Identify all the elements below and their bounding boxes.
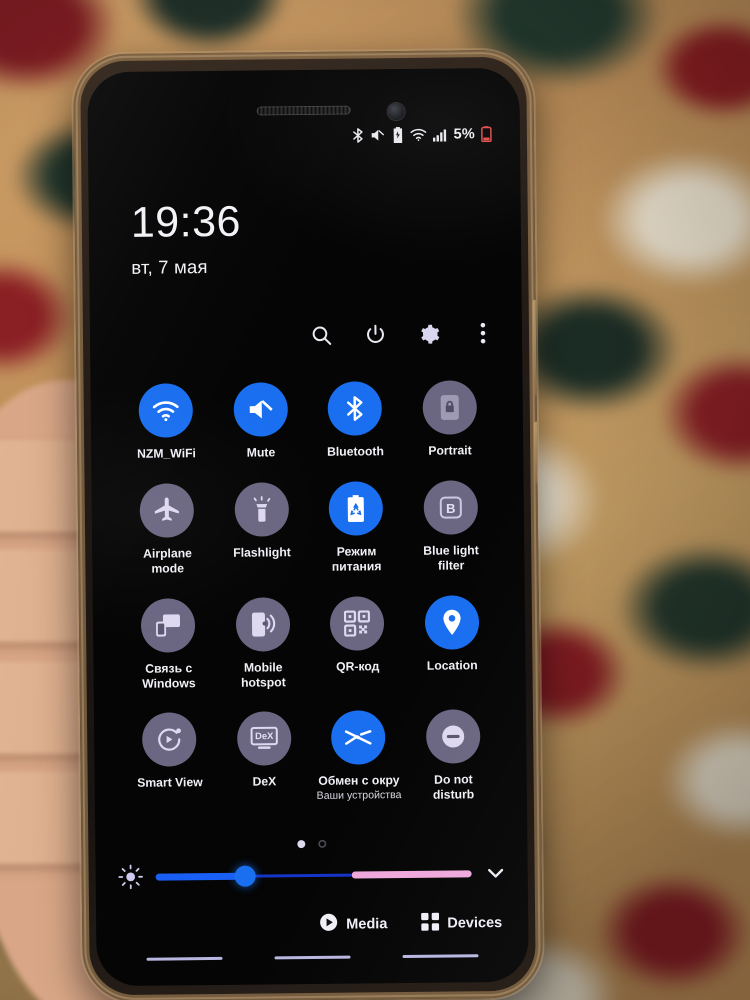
play-circle-icon — [319, 913, 338, 936]
page-dot-active[interactable] — [296, 840, 305, 849]
media-button[interactable]: Media — [319, 912, 387, 936]
signal-icon — [432, 128, 447, 142]
page-dot[interactable] — [318, 840, 326, 848]
toggle-link-to-windows[interactable]: Связь с Windows — [121, 597, 216, 692]
wifi-icon — [409, 128, 426, 142]
mute-icon — [233, 382, 288, 437]
toggle-label: Mobile hotspot — [240, 659, 286, 690]
toggle-label: Portrait — [428, 443, 472, 458]
toggle-nearby-share[interactable]: Обмен с окру Ваши устройства — [311, 710, 406, 804]
settings-gear-icon[interactable] — [416, 321, 442, 347]
battery-saver-icon — [391, 127, 403, 144]
toggle-airplane-mode[interactable]: Airplane mode — [120, 483, 215, 577]
svg-text:DeX: DeX — [255, 730, 274, 741]
do-not-disturb-icon — [425, 709, 481, 765]
flashlight-icon — [234, 482, 289, 537]
brightness-track-remainder — [351, 869, 472, 879]
smartphone: 5% 19:36 вт, 7 мая NZM_WiFi Mute Bluetoo… — [73, 49, 543, 1000]
toggle-smart-view[interactable]: Smart View — [122, 712, 217, 806]
toggle-label: Обмен с окру — [318, 773, 400, 789]
toggle-portrait[interactable]: Portrait — [402, 380, 497, 459]
page-indicator — [95, 838, 527, 851]
mute-icon — [369, 127, 385, 143]
photo-scene: 5% 19:36 вт, 7 мая NZM_WiFi Mute Bluetoo… — [0, 0, 750, 1000]
power-icon[interactable] — [362, 321, 388, 347]
toggle-label: Flashlight — [233, 545, 291, 560]
grid-devices-icon — [421, 912, 440, 934]
nav-bar-back[interactable] — [402, 954, 479, 959]
toggle-power-saving[interactable]: Режим питания — [309, 481, 404, 575]
toggle-label: Do not disturb — [432, 772, 475, 802]
battery-saver-icon — [328, 481, 384, 536]
media-devices-row: Media Devices — [319, 911, 502, 936]
toggle-blue-light-filter[interactable]: B Blue light filter — [403, 480, 498, 574]
gesture-navigation-bar — [97, 954, 529, 962]
toggle-label: Blue light filter — [423, 543, 479, 573]
earpiece-speaker — [256, 105, 351, 116]
brightness-track[interactable] — [155, 865, 472, 887]
toggle-label: Bluetooth — [326, 444, 384, 459]
front-camera — [387, 102, 405, 121]
blue-light-filter-icon: B — [423, 480, 478, 535]
toggle-bluetooth[interactable]: Bluetooth — [307, 381, 402, 460]
hotspot-icon — [235, 596, 291, 652]
nav-bar-recents[interactable] — [146, 956, 223, 961]
media-label: Media — [346, 915, 388, 933]
toggle-label: NZM_WiFi — [137, 446, 196, 461]
toggle-label: Location — [426, 657, 478, 673]
wifi-icon — [138, 383, 194, 438]
battery-percent-label: 5% — [453, 126, 475, 143]
brightness-thumb[interactable] — [234, 865, 256, 887]
toggle-dex[interactable]: DeX DeX — [216, 711, 311, 805]
toggle-label: Mute — [246, 445, 276, 460]
phone-screen: 5% 19:36 вт, 7 мая NZM_WiFi Mute Bluetoo… — [87, 67, 529, 987]
brightness-icon — [118, 864, 144, 890]
toggle-qr-code[interactable]: QR-код — [310, 595, 405, 690]
airplane-icon — [139, 483, 195, 538]
quick-settings-grid: NZM_WiFi Mute Bluetooth Portrait Airplan… — [119, 380, 501, 806]
battery-low-icon — [481, 126, 492, 143]
toggle-label: Режим питания — [331, 544, 382, 574]
nearby-share-icon — [331, 710, 386, 766]
devices-label: Devices — [447, 914, 503, 932]
clock-time: 19:36 — [130, 197, 242, 247]
bluetooth-icon — [351, 127, 363, 143]
quick-panel-action-row — [308, 320, 496, 348]
chevron-down-icon[interactable] — [484, 861, 508, 885]
link-to-windows-icon — [140, 597, 196, 653]
qr-code-icon — [329, 595, 385, 651]
location-pin-icon — [424, 594, 480, 650]
toggle-mobile-hotspot[interactable]: Mobile hotspot — [215, 596, 310, 691]
devices-button[interactable]: Devices — [421, 911, 502, 934]
search-icon[interactable] — [308, 322, 334, 348]
nav-bar-home[interactable] — [274, 955, 351, 960]
overflow-menu-icon[interactable] — [470, 320, 496, 346]
toggle-mute[interactable]: Mute — [213, 382, 308, 461]
bluetooth-icon — [327, 381, 383, 436]
toggle-wifi[interactable]: NZM_WiFi — [119, 383, 214, 462]
dex-icon: DeX — [236, 711, 292, 767]
status-bar: 5% — [351, 126, 492, 144]
toggle-label: Airplane mode — [143, 546, 192, 576]
toggle-sublabel: Ваши устройства — [316, 789, 402, 803]
toggle-label: DeX — [252, 774, 277, 789]
svg-text:B: B — [446, 501, 456, 516]
toggle-location[interactable]: Location — [404, 594, 499, 689]
toggle-label: Связь с Windows — [142, 660, 196, 691]
brightness-track-fill — [155, 872, 245, 881]
toggle-label: QR-код — [335, 658, 380, 674]
toggle-do-not-disturb[interactable]: Do not disturb — [405, 709, 500, 803]
brightness-slider-row — [118, 860, 508, 890]
smart-view-icon — [142, 712, 197, 768]
toggle-flashlight[interactable]: Flashlight — [214, 482, 309, 576]
brightness-track-mid — [244, 873, 352, 878]
clock-date: вт, 7 мая — [131, 256, 208, 278]
lockscreen-clock: 19:36 вт, 7 мая — [130, 197, 242, 279]
toggle-label: Smart View — [137, 775, 203, 791]
rotation-lock-icon — [422, 380, 477, 435]
